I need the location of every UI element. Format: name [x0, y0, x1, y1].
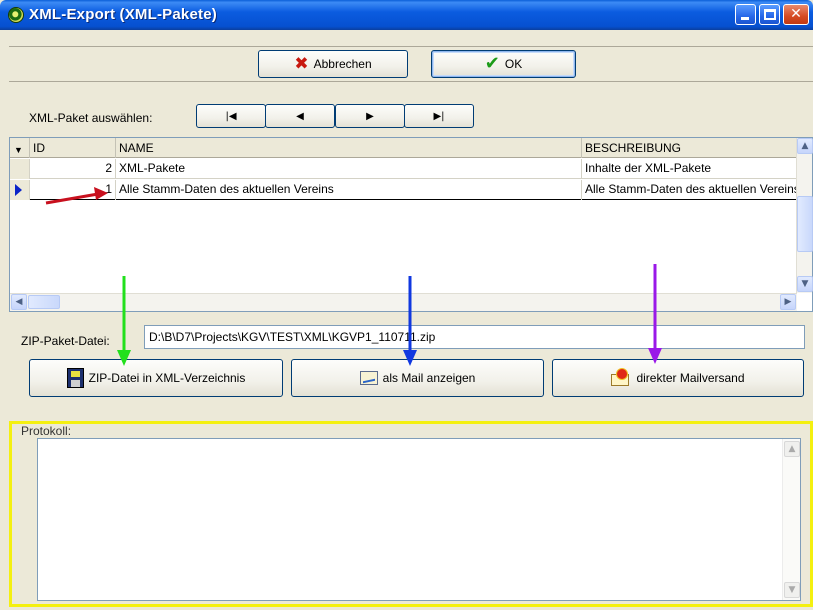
prior-record-icon: ◀	[296, 110, 304, 122]
row-indicator	[10, 159, 30, 179]
cell-description: Alle Stamm-Daten des aktuellen Vereins	[585, 182, 797, 196]
show-as-mail-button[interactable]: als Mail anzeigen	[291, 359, 544, 397]
floppy-disk-icon	[66, 368, 84, 388]
navigator-label: XML-Paket auswählen:	[29, 111, 153, 125]
column-header-name[interactable]: NAME	[116, 138, 582, 158]
cell-name: XML-Pakete	[116, 159, 582, 179]
protocol-panel: Protokoll: ▲ ▼	[9, 421, 813, 607]
column-header-id[interactable]: ID	[30, 138, 116, 158]
scroll-right-icon[interactable]: ▶	[780, 294, 796, 310]
save-zip-label: ZIP-Datei in XML-Verzeichnis	[88, 371, 246, 385]
close-button[interactable]: ✕	[783, 4, 809, 25]
package-navigator: XML-Paket auswählen: |◀ ◀ ▶ ▶|	[9, 92, 813, 137]
nav-first-button[interactable]: |◀	[196, 104, 266, 128]
scroll-down-icon[interactable]: ▼	[797, 276, 813, 292]
maximize-button[interactable]	[759, 4, 780, 25]
vertical-scroll-thumb[interactable]	[797, 196, 813, 252]
table-row-selected[interactable]: 1 Alle Stamm-Daten des aktuellen Vereins…	[10, 180, 797, 200]
zip-file-label: ZIP-Paket-Datei:	[21, 334, 110, 348]
ok-button[interactable]: ✔ OK	[431, 50, 576, 78]
xml-export-window: XML-Export (XML-Pakete) ✕ ✖ Abbrechen ✔ …	[0, 0, 813, 610]
cancel-x-icon: ✖	[294, 53, 309, 74]
cancel-button-label: Abbrechen	[313, 57, 372, 71]
xml-package-grid[interactable]: ▼ ID NAME BESCHREIBUNG 2 XML-Pakete Inha…	[9, 137, 813, 312]
checkmark-icon: ✔	[484, 53, 500, 74]
grid-horizontal-scrollbar[interactable]: ◀ ▶	[10, 293, 797, 311]
scroll-up-icon[interactable]: ▲	[797, 138, 813, 154]
current-row-pointer-icon	[15, 184, 22, 196]
grid-vertical-scrollbar[interactable]: ▲ ▼	[796, 138, 813, 293]
nav-prior-button[interactable]: ◀	[265, 104, 335, 128]
first-record-icon: |◀	[225, 110, 237, 122]
indicator-header[interactable]: ▼	[10, 138, 30, 158]
grid-header: ▼ ID NAME BESCHREIBUNG	[10, 138, 797, 158]
window-title: XML-Export (XML-Pakete)	[29, 6, 217, 23]
show-as-mail-label: als Mail anzeigen	[382, 371, 476, 385]
save-zip-to-xml-dir-button[interactable]: ZIP-Datei in XML-Verzeichnis	[29, 359, 283, 397]
protocol-scroll-up-icon[interactable]: ▲	[784, 441, 800, 457]
maximize-icon	[764, 9, 776, 20]
horizontal-scroll-thumb[interactable]	[28, 295, 60, 309]
ok-button-label: OK	[504, 57, 523, 71]
zip-file-path-input[interactable]: D:\B\D7\Projects\KGV\TEST\XML\KGVP1_1107…	[144, 325, 805, 349]
cell-description: Inhalte der XML-Pakete	[585, 161, 712, 175]
table-row[interactable]: 2 XML-Pakete Inhalte der XML-Pakete	[10, 159, 797, 179]
mail-envelope-icon	[359, 371, 378, 385]
minimize-icon	[741, 17, 749, 20]
cancel-button[interactable]: ✖ Abbrechen	[258, 50, 408, 78]
nav-next-button[interactable]: ▶	[335, 104, 405, 128]
cell-name: Alle Stamm-Daten des aktuellen Vereins	[116, 180, 582, 200]
minimize-button[interactable]	[735, 4, 756, 25]
direct-mail-send-button[interactable]: direkter Mailversand	[552, 359, 804, 397]
next-record-icon: ▶	[366, 110, 374, 122]
close-icon: ✕	[790, 6, 802, 22]
app-logo-icon	[8, 7, 24, 23]
cell-id: 2	[30, 159, 116, 179]
direct-mail-label: direkter Mailversand	[636, 371, 745, 385]
send-mail-icon	[611, 369, 631, 387]
nav-last-button[interactable]: ▶|	[404, 104, 474, 128]
protocol-label: Protokoll:	[21, 424, 72, 438]
last-record-icon: ▶|	[433, 110, 445, 122]
protocol-scrollbar[interactable]: ▲ ▼	[782, 439, 800, 600]
protocol-scroll-down-icon[interactable]: ▼	[784, 582, 800, 598]
column-header-description[interactable]: BESCHREIBUNG	[582, 138, 797, 158]
scroll-left-icon[interactable]: ◀	[11, 294, 27, 310]
top-button-bar	[9, 46, 813, 82]
cell-id: 1	[30, 180, 116, 200]
row-indicator	[10, 180, 30, 200]
protocol-text-area[interactable]: ▲ ▼	[37, 438, 801, 601]
title-bar[interactable]: XML-Export (XML-Pakete) ✕	[0, 0, 813, 30]
sort-down-icon: ▼	[14, 145, 23, 155]
